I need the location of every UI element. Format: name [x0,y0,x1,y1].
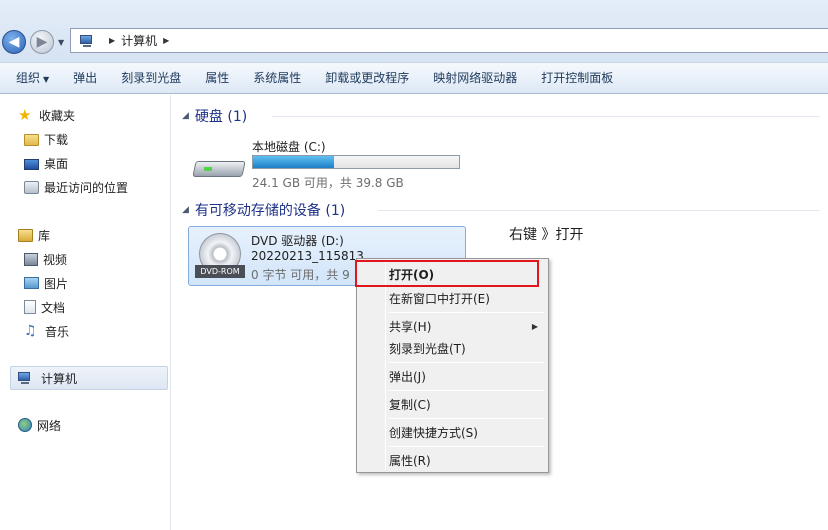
drive-c-capacity-bar [252,155,460,169]
group-divider [378,210,820,211]
recent-pages-dropdown[interactable]: ▼ [58,38,68,48]
command-toolbar: 组织 ▼ 弹出 刻录到光盘 属性 系统属性 卸载或更改程序 映射网络驱动器 打开控… [0,62,828,94]
arrow-right-icon: ▶ [36,34,48,50]
context-menu: 打开(O) 在新窗口中打开(E) 共享(H) ▶ 刻录到光盘(T) 弹出(J) … [356,258,549,473]
navigation-pane: ★ 收藏夹 下载 桌面 最近访问的位置 库 视频 图片 文档 ♫ 音乐 计算机 … [0,95,171,530]
menu-item-open-new-window[interactable]: 在新窗口中打开(E) [359,287,546,309]
highlight-annotation-box [355,260,539,287]
breadcrumb-arrow-icon[interactable]: ▶ [163,36,169,45]
menu-item-create-shortcut[interactable]: 创建快捷方式(S) [359,421,546,443]
back-button[interactable]: ◀ [2,30,26,54]
sidebar-item-pictures[interactable]: 图片 [24,273,68,293]
music-note-icon: ♫ [24,323,37,339]
open-control-panel-button[interactable]: 打开控制面板 [529,65,625,91]
sidebar-item-favorites[interactable]: ★ 收藏夹 [18,105,75,125]
collapse-triangle-icon: ◢ [182,111,189,121]
computer-icon [79,34,97,48]
computer-icon [17,371,35,385]
dvd-drive-icon: DVD-ROM [195,231,245,281]
group-header-hard-disks[interactable]: ◢ 硬盘 (1) [182,105,247,127]
address-bar[interactable]: ▶ 计算机 ▶ [70,28,828,53]
drive-c-capacity-fill [253,156,335,168]
drive-d-name: DVD 驱动器 (D:) [251,234,344,248]
drive-c-free-space: 24.1 GB 可用，共 39.8 GB [252,176,404,190]
sidebar-item-desktop[interactable]: 桌面 [24,153,68,173]
collapse-triangle-icon: ◢ [182,205,189,215]
uninstall-program-button[interactable]: 卸载或更改程序 [313,65,421,91]
menu-item-copy[interactable]: 复制(C) [359,393,546,415]
breadcrumb-computer[interactable]: 计算机 [121,32,157,49]
sidebar-item-documents[interactable]: 文档 [24,297,65,317]
hard-disk-icon [192,155,246,181]
picture-icon [24,277,39,289]
document-icon [24,300,36,314]
menu-separator [389,362,544,363]
drive-d-free-space: 0 字节 可用，共 9 [251,268,350,282]
system-properties-button[interactable]: 系统属性 [241,65,313,91]
address-area: ◀ ▶ ▼ ▶ 计算机 ▶ [0,0,828,62]
sidebar-item-videos[interactable]: 视频 [24,249,67,269]
video-icon [24,252,38,266]
breadcrumb-arrow-icon[interactable]: ▶ [109,36,115,45]
drive-c-name: 本地磁盘 (C:) [252,140,326,154]
dvd-rom-label: DVD-ROM [195,265,245,278]
menu-separator [389,446,544,447]
sidebar-item-libraries[interactable]: 库 [18,225,50,245]
drive-d-volume-label: 20220213_115813 [251,249,364,263]
arrow-left-icon: ◀ [8,34,20,50]
group-header-removable[interactable]: ◢ 有可移动存储的设备 (1) [182,199,345,221]
submenu-arrow-icon: ▶ [531,321,538,331]
star-icon: ★ [18,106,32,124]
menu-item-burn[interactable]: 刻录到光盘(T) [359,337,546,359]
network-globe-icon [18,418,32,432]
menu-separator [389,312,544,313]
menu-item-share[interactable]: 共享(H) ▶ [359,315,546,337]
sidebar-item-music[interactable]: ♫ 音乐 [24,321,69,341]
instruction-annotation: 右键 》打开 [509,227,584,243]
forward-button[interactable]: ▶ [30,30,54,54]
organize-button[interactable]: 组织 ▼ [4,65,61,91]
downloads-folder-icon [24,134,39,146]
library-icon [18,228,33,242]
menu-item-properties[interactable]: 属性(R) [359,449,546,471]
chevron-down-icon: ▼ [43,75,50,84]
menu-separator [389,418,544,419]
map-network-drive-button[interactable]: 映射网络驱动器 [421,65,529,91]
menu-separator [389,390,544,391]
sidebar-item-network[interactable]: 网络 [18,415,61,435]
properties-button[interactable]: 属性 [193,65,241,91]
drive-c-item[interactable]: 本地磁盘 (C:) 24.1 GB 可用，共 39.8 GB [190,133,470,193]
burn-to-disc-button[interactable]: 刻录到光盘 [109,65,193,91]
sidebar-item-downloads[interactable]: 下载 [24,129,68,149]
sidebar-item-recent-places[interactable]: 最近访问的位置 [24,177,128,197]
recent-places-icon [24,180,39,194]
menu-item-eject[interactable]: 弹出(J) [359,365,546,387]
sidebar-item-computer[interactable]: 计算机 [10,366,168,390]
eject-button[interactable]: 弹出 [61,65,109,91]
chevron-down-icon: ▼ [58,38,65,47]
desktop-icon [24,158,39,170]
group-divider [272,116,820,117]
